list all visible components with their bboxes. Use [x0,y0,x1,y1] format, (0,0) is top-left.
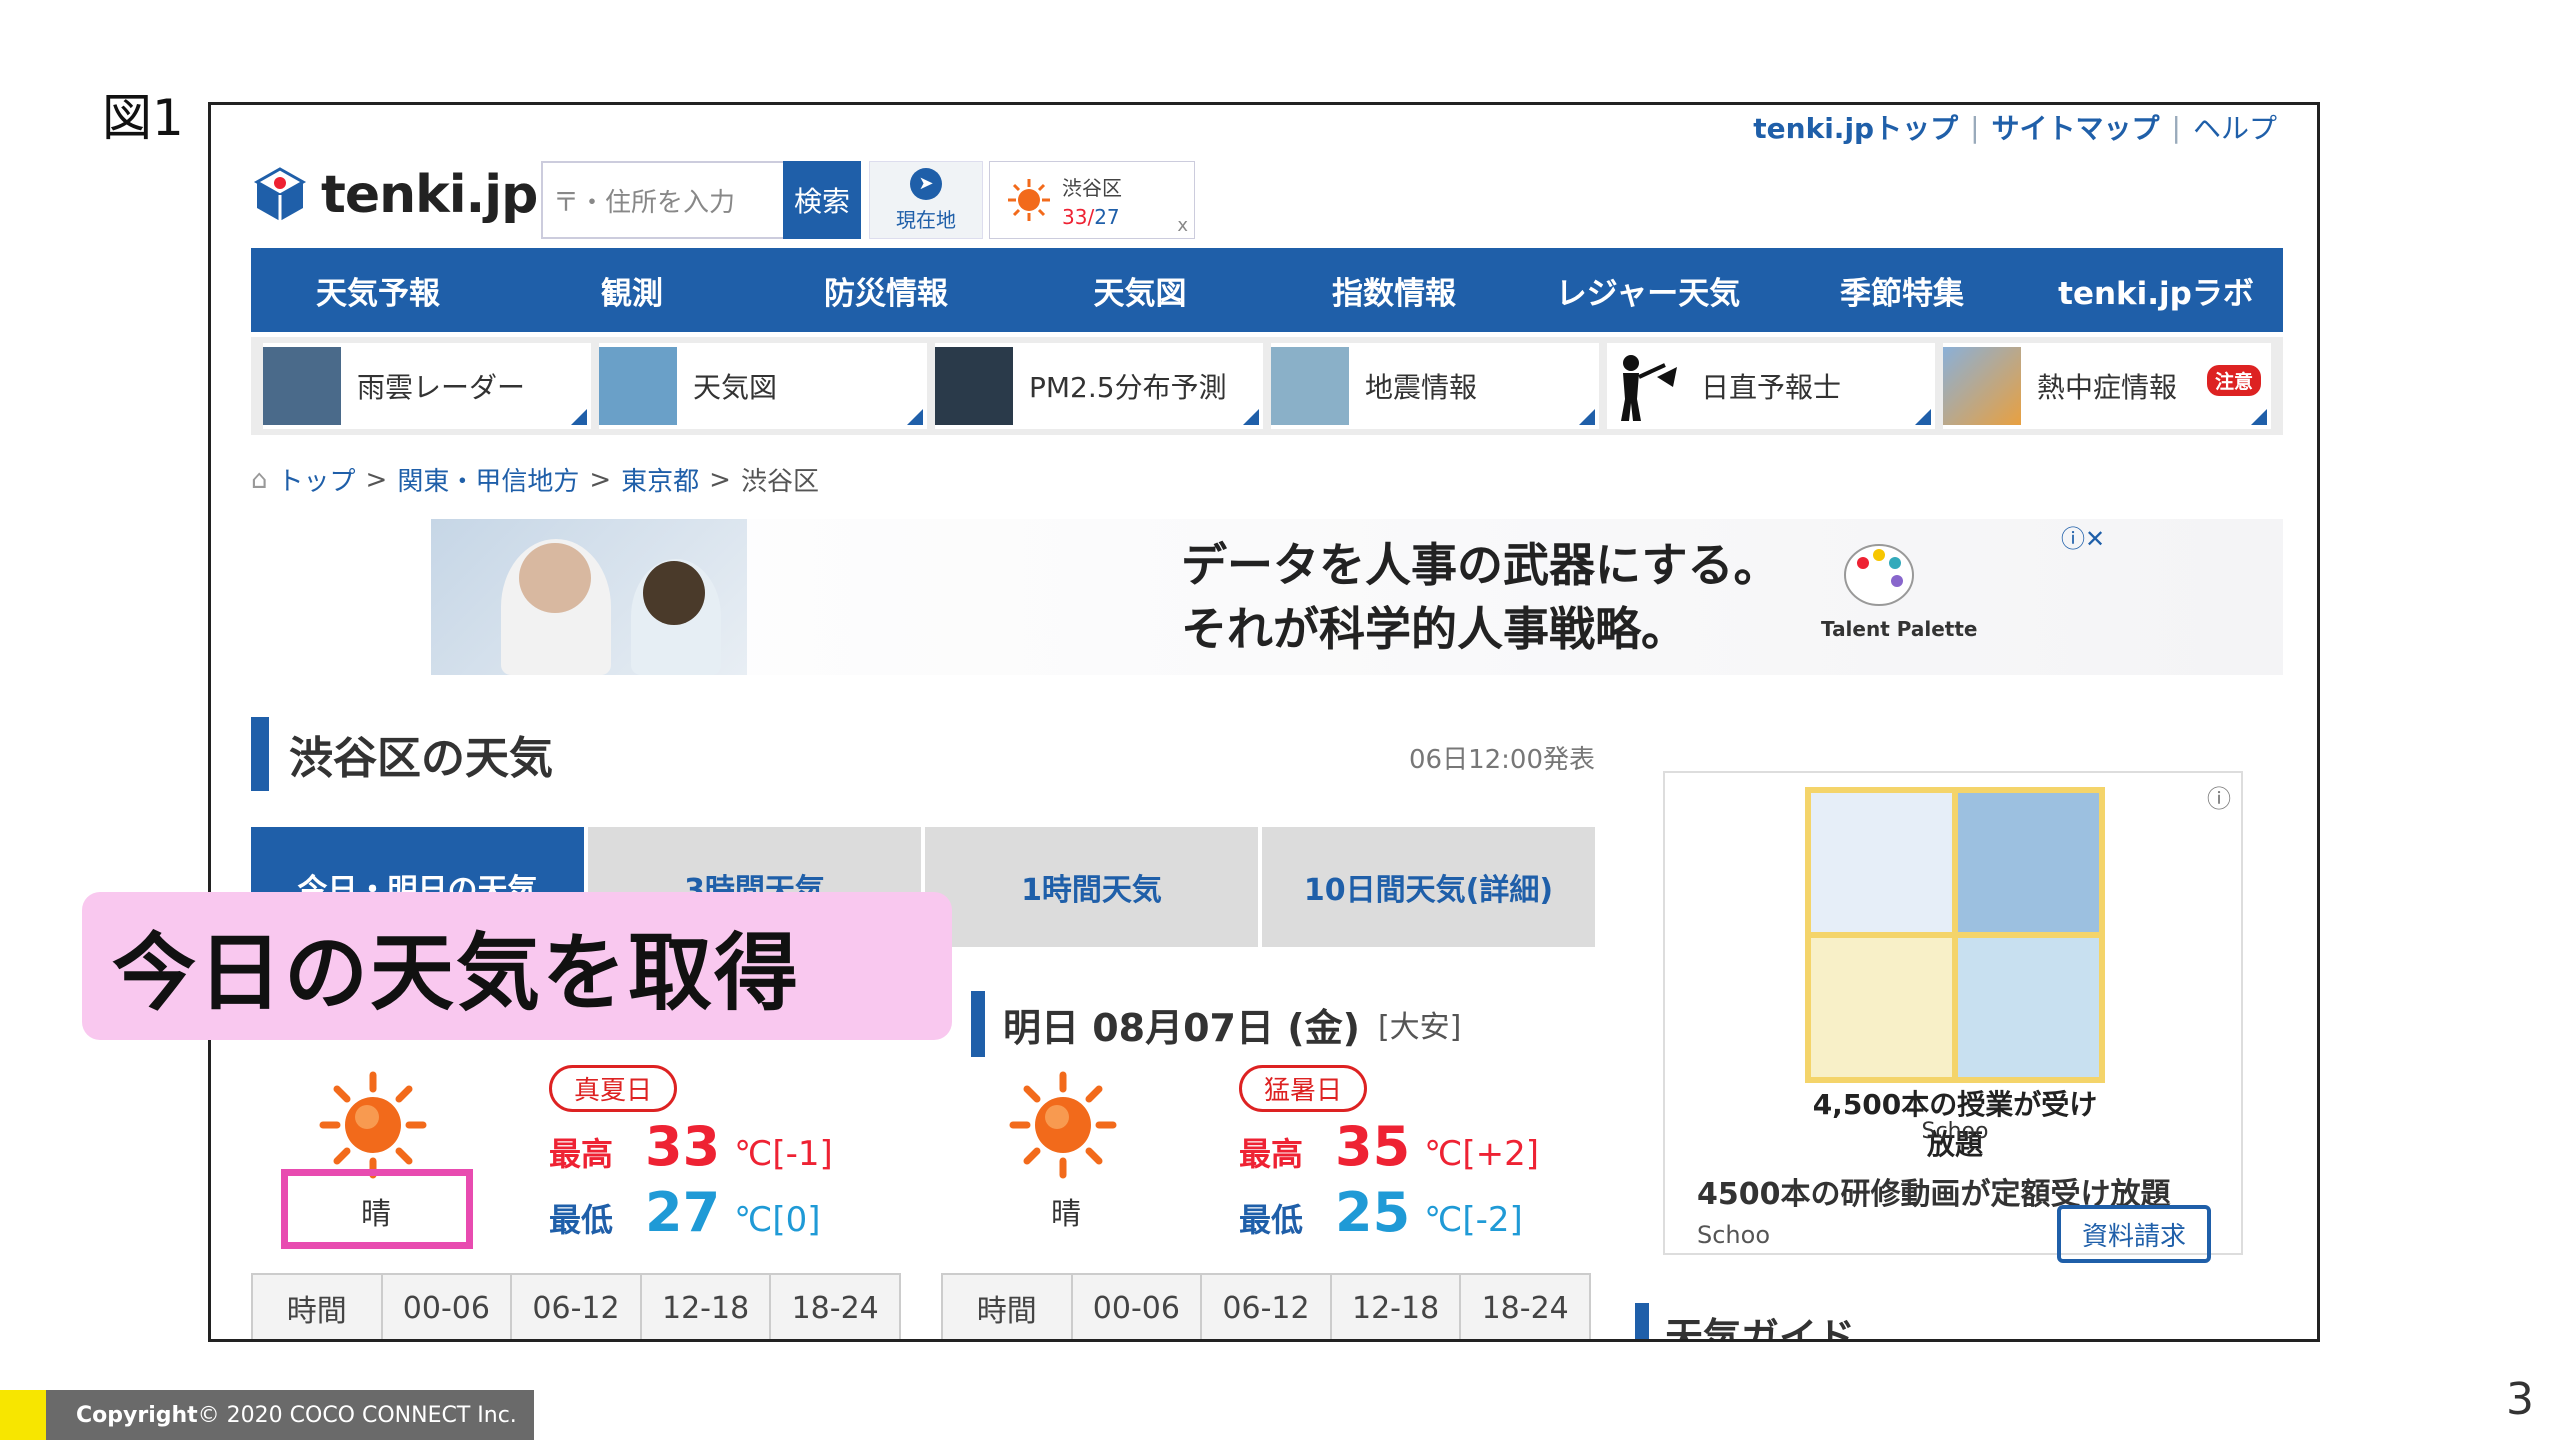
tomorrow-day-type-badge: 猛暑日 [1239,1065,1368,1112]
quick-link-label: 地震情報 [1365,371,1478,404]
nav-disaster[interactable]: 防災情報 [759,248,1013,332]
ad-brand: Talent Palette [1821,617,1978,641]
quick-link-label: 天気図 [693,371,778,404]
page-number: 3 [2506,1374,2534,1425]
ad-line-1: データを人事の武器にする。 [1181,538,1780,592]
weather-map-thumbnail [599,347,677,425]
sun-icon [1008,179,1050,221]
ad-image-grid [1805,787,2105,1083]
quick-link-label: 雨雲レーダー [357,371,526,404]
mini-close-icon[interactable]: x [1177,215,1188,236]
quick-link-label: PM2.5分布予測 [1029,371,1227,404]
ad-line-2: それが科学的人事戦略。 [1181,602,1687,656]
request-info-button[interactable]: 資料請求 [2057,1205,2211,1263]
heatstroke-thumbnail [1943,347,2021,425]
top-link-sitemap[interactable]: サイトマップ [1992,107,2160,147]
nav-weather-map[interactable]: 天気図 [1013,248,1267,332]
quick-link-label: 日直予報士 [1701,371,1842,404]
earthquake-thumbnail [1271,347,1349,425]
nav-seasonal[interactable]: 季節特集 [1775,248,2029,332]
sunny-icon [319,1071,427,1179]
main-nav: 天気予報 観測 防災情報 天気図 指数情報 レジャー天気 季節特集 tenki.… [251,248,2283,332]
tomorrow-weather-label: 晴 [1051,1197,1081,1232]
mini-low: 27 [1094,204,1120,229]
corner-arrow-icon [1579,409,1595,425]
mini-location: 渋谷区 [1062,175,1122,200]
corner-arrow-icon [907,409,923,425]
top-link-home[interactable]: tenki.jpトップ [1753,107,1958,147]
breadcrumb-region[interactable]: 関東・甲信地方 [397,461,579,498]
location-arrow-icon: ➤ [910,167,942,200]
logo-icon [253,167,307,221]
copyright-label: Copyright [76,1402,198,1428]
issued-time: 06日12:00発表 [1409,745,1596,775]
pm25-thumbnail [935,347,1013,425]
quick-link-pm25[interactable]: PM2.5分布予測 [935,343,1263,429]
corner-arrow-icon [571,409,587,425]
annotation-callout: 今日の天気を取得 [82,892,952,1040]
corner-arrow-icon [2251,409,2267,425]
corner-arrow-icon [1915,409,1931,425]
ad-info-close-icon[interactable]: ⓘ✕ [2061,519,2105,554]
quick-link-label: 熱中症情報 [2037,371,2178,404]
palette-icon [1844,544,1914,606]
copyright-text: © 2020 COCO CONNECT Inc. [197,1402,517,1428]
browser-screenshot-frame: tenki.jpトップ | サイトマップ | ヘルプ tenki.jp 〒・住所… [208,102,2320,1342]
quick-link-heatstroke[interactable]: 熱中症情報 注意 [1943,343,2271,429]
tomorrow-low: 最低 25 ℃[-2] [1239,1181,1523,1244]
ad-brand: Schoo [1921,1119,1989,1144]
site-logo[interactable]: tenki.jp [251,165,538,225]
today-low: 最低 27 ℃[0] [549,1181,821,1244]
logo-text: tenki.jp [321,165,538,225]
today-time-table: 時間 00-06 06-12 12-18 18-24 [251,1273,901,1339]
quick-link-earthquake[interactable]: 地震情報 [1271,343,1599,429]
mini-weather-widget[interactable]: 渋谷区 33/27 x [989,161,1195,239]
quick-link-rain-radar[interactable]: 雨雲レーダー [263,343,591,429]
slide-footer: Copyright © 2020 COCO CONNECT Inc. [0,1390,534,1440]
tomorrow-heading: 明日 08月07日 (金) [大安] [971,991,1461,1057]
mini-high: 33 [1062,204,1088,229]
forecaster-icon [1621,355,1677,421]
top-links: tenki.jpトップ | サイトマップ | ヘルプ [1753,107,2277,147]
today-high: 最高 33 ℃[-1] [549,1115,833,1178]
ad-source: Schoo [1697,1221,1771,1249]
address-search-input[interactable]: 〒・住所を入力 [541,161,783,239]
today-weather-label: 晴 [361,1197,391,1232]
sunny-icon [1009,1071,1117,1179]
nav-observation[interactable]: 観測 [505,248,759,332]
rokuyo: [大安] [1377,1010,1462,1045]
banner-ad[interactable]: データを人事の武器にする。 それが科学的人事戦略。 Talent Palette… [431,519,2283,675]
quick-link-weather-map[interactable]: 天気図 [599,343,927,429]
side-ad[interactable]: ⓘ 4,500本の授業が受け放題 Schoo 4500本の研修動画が定額受け放題… [1663,771,2243,1263]
weather-guide-heading: 天気ガイド [1635,1303,1855,1339]
breadcrumb-home[interactable]: トップ [278,461,356,498]
search-button[interactable]: 検索 [783,161,861,239]
breadcrumb-current: 渋谷区 [740,467,819,497]
top-link-help[interactable]: ヘルプ [2193,107,2277,147]
tomorrow-time-table: 時間 00-06 06-12 12-18 18-24 [941,1273,1591,1339]
nav-indices[interactable]: 指数情報 [1267,248,1521,332]
page-title: 渋谷区の天気 [251,717,553,791]
nav-leisure[interactable]: レジャー天気 [1521,248,1775,332]
corner-arrow-icon [1243,409,1259,425]
nav-forecast[interactable]: 天気予報 [251,248,505,332]
ad-photo [431,519,747,675]
current-location-button[interactable]: ➤ 現在地 [869,161,983,239]
home-icon: ⌂ [251,464,268,495]
ad-info-icon[interactable]: ⓘ [2207,779,2231,814]
tab-1hour[interactable]: 1時間天気 [925,827,1258,947]
tomorrow-high: 最高 35 ℃[+2] [1239,1115,1539,1178]
nav-lab[interactable]: tenki.jpラボ [2029,248,2283,332]
tab-10day[interactable]: 10日間天気(詳細) [1262,827,1595,947]
figure-label: 図1 [102,89,184,147]
today-day-type-badge: 真夏日 [549,1065,678,1112]
quick-link-forecaster[interactable]: 日直予報士 [1607,343,1935,429]
breadcrumb: ⌂ トップ > 関東・甲信地方 > 東京都 > 渋谷区 [251,461,819,498]
breadcrumb-prefecture[interactable]: 東京都 [621,461,699,498]
warning-badge: 注意 [2206,365,2261,396]
radar-thumbnail [263,347,341,425]
quick-links: 雨雲レーダー 天気図 PM2.5分布予測 地震情報 日直予報士 熱中症情報 注意 [251,337,2283,435]
current-location-label: 現在地 [896,207,956,232]
